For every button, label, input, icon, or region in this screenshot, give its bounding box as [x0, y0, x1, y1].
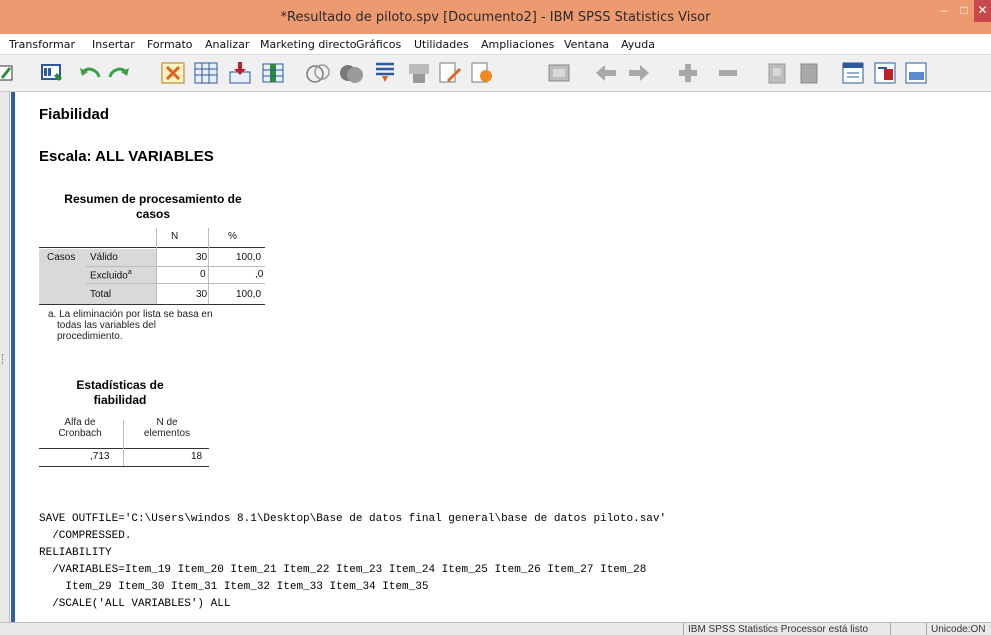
header-rule [39, 247, 265, 248]
stats-title-line2: fiabilidad [93, 393, 147, 407]
col-header-nitems: N de elementos [127, 417, 207, 439]
alpha-header-line1: Alfa de [64, 417, 96, 428]
output-viewer: Fiabilidad Escala: ALL VARIABLES Resumen… [16, 92, 991, 622]
nitems-header-line2: elementos [143, 428, 191, 439]
excluido-text: Excluido [90, 270, 128, 282]
menu-utilidades[interactable]: Utilidades [414, 38, 469, 51]
case-table-footnote: a. La eliminación por lista se basa en t… [48, 309, 213, 342]
row-rule-2 [86, 283, 265, 284]
cell-valido-pct: 100,0 [236, 252, 262, 263]
promote-arrow-icon[interactable] [593, 60, 619, 86]
show-icon[interactable] [764, 60, 790, 86]
stats-bottom-rule [39, 466, 209, 467]
goto-variable-icon[interactable] [193, 60, 219, 86]
data-editor-icon[interactable] [39, 60, 65, 86]
show-all-variables-icon[interactable] [469, 60, 495, 86]
split-file-icon[interactable] [305, 60, 331, 86]
menu-transformar[interactable]: Transformar [9, 38, 75, 51]
cell-excluido-pct: ,0 [255, 269, 264, 280]
syntax-line: Item_29 Item_30 Item_31 Item_32 Item_33 … [39, 581, 429, 593]
insert-title-icon[interactable] [872, 60, 898, 86]
bottom-rule [39, 304, 265, 305]
cell-cronbach-alpha: ,713 [90, 451, 110, 462]
cell-excluido-n: 0 [200, 269, 206, 280]
case-table-title-line2: casos [135, 207, 171, 221]
splitter-grip-icon[interactable] [2, 354, 7, 364]
scale-heading[interactable]: Escala: ALL VARIABLES [39, 148, 214, 165]
selection-bar [11, 92, 15, 622]
menu-marketing-directo[interactable]: Marketing directo [260, 38, 357, 51]
footnote-line-1: a. La eliminación por lista se basa en [48, 309, 213, 320]
footnote-line-3: procedimiento. [57, 331, 123, 342]
unicode-status: Unicode:ON [926, 623, 991, 635]
cell-total-n: 30 [196, 289, 208, 300]
syntax-line: /VARIABLES=Item_19 Item_20 Item_21 Item_… [39, 564, 647, 576]
use-variable-sets-icon[interactable] [437, 60, 463, 86]
syntax-line: SAVE OUTFILE='C:\Users\windos 8.1\Deskto… [39, 513, 667, 525]
insert-text-icon[interactable] [903, 60, 929, 86]
stats-title-line1: Estadísticas de [76, 378, 164, 392]
case-table-title-line1: Resumen de procesamiento de [64, 192, 242, 206]
designate-window-icon[interactable] [546, 60, 572, 86]
menu-ventana[interactable]: Ventana [564, 38, 609, 51]
alpha-header-line2: Cronbach [58, 428, 102, 439]
window-title: *Resultado de piloto.spv [Documento2] - … [280, 10, 711, 25]
row-label-valido: Válido [90, 252, 118, 263]
stats-col-divider [123, 420, 124, 466]
col-header-n: N [171, 231, 179, 242]
col-header-pct: % [228, 231, 237, 242]
nitems-header-line1: N de [156, 417, 178, 428]
outline-pane[interactable] [0, 92, 10, 622]
syntax-line: /SCALE('ALL VARIABLES') ALL [39, 598, 231, 610]
procedure-heading[interactable]: Fiabilidad [39, 106, 109, 123]
insert-heading-icon[interactable] [840, 60, 866, 86]
title-bar: *Resultado de piloto.spv [Documento2] - … [0, 0, 991, 34]
footnote-marker: a [127, 269, 132, 276]
stats-table-title: Estadísticas de fiabilidad [60, 378, 180, 408]
minimize-button[interactable]: – [934, 0, 954, 22]
col-header-alpha: Alfa de Cronbach [43, 417, 117, 439]
menu-analizar[interactable]: Analizar [205, 38, 249, 51]
row-label-total: Total [90, 289, 112, 300]
toolbar [0, 55, 991, 92]
case-table-title: Resumen de procesamiento de casos [53, 192, 253, 222]
syntax-line: RELIABILITY [39, 547, 112, 559]
row-label-excluido: Excluidoa [90, 269, 132, 281]
undo-icon[interactable] [77, 60, 103, 86]
close-button[interactable]: ✕ [974, 0, 991, 22]
insert-variable-icon[interactable] [260, 60, 286, 86]
menu-formato[interactable]: Formato [147, 38, 193, 51]
menu-graficos[interactable]: Gráficos [356, 38, 401, 51]
footnote-line-2: todas las variables del [57, 320, 156, 331]
stats-header-rule [39, 448, 209, 449]
menu-ampliaciones[interactable]: Ampliaciones [481, 38, 554, 51]
menu-insertar[interactable]: Insertar [92, 38, 135, 51]
weight-cases-icon[interactable] [338, 60, 364, 86]
cell-total-pct: 100,0 [236, 289, 262, 300]
insert-cases-icon[interactable] [227, 60, 253, 86]
collapse-icon[interactable] [715, 60, 741, 86]
cell-n-items: 18 [191, 451, 203, 462]
expand-icon[interactable] [675, 60, 701, 86]
syntax-line: /COMPRESSED. [39, 530, 132, 542]
menu-ayuda[interactable]: Ayuda [621, 38, 655, 51]
processor-status: IBM SPSS Statistics Processor está listo [683, 623, 888, 635]
redo-icon[interactable] [106, 60, 132, 86]
row-group-casos: Casos [47, 252, 76, 263]
demote-arrow-icon[interactable] [626, 60, 652, 86]
goto-case-icon[interactable] [160, 60, 186, 86]
value-labels-icon[interactable] [406, 60, 432, 86]
row-rule-1 [86, 266, 265, 267]
maximize-button[interactable]: □ [955, 0, 973, 22]
select-cases-icon[interactable] [372, 60, 398, 86]
menu-bar: Transformar Insertar Formato Analizar Ma… [0, 34, 991, 55]
status-empty-cell [890, 623, 925, 635]
variables-icon[interactable] [0, 60, 22, 86]
cell-valido-n: 30 [196, 252, 208, 263]
hide-icon[interactable] [796, 60, 822, 86]
status-bar: IBM SPSS Statistics Processor está listo… [0, 622, 991, 635]
